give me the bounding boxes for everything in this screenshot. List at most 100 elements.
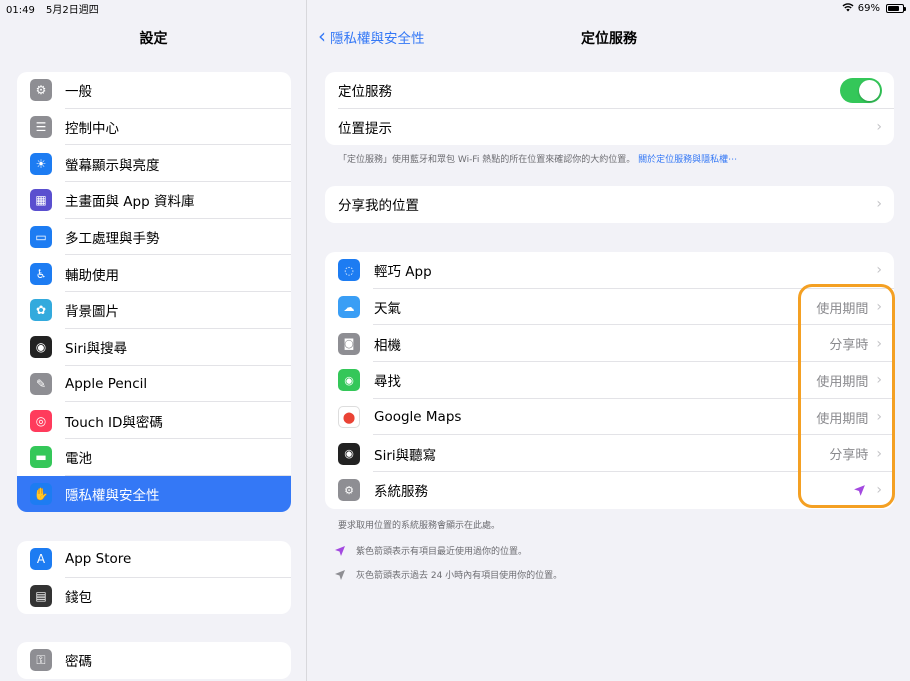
sidebar-title: 設定 xyxy=(139,31,168,47)
app-label: 天氣 xyxy=(374,301,401,318)
share-group: 分享我的位置 › xyxy=(325,186,894,223)
app-location-row[interactable]: ◙ 相機 分享時 › xyxy=(325,325,894,362)
location-arrow-gray-icon xyxy=(335,569,345,580)
sidebar-item[interactable]: A App Store xyxy=(17,541,291,578)
accessibility-icon: ♿ xyxy=(30,262,52,285)
app-location-row[interactable]: ◉ Siri與聽寫 分享時 › xyxy=(325,435,894,472)
chevron-right-icon: › xyxy=(876,445,882,462)
sidebar-item-label: 輔助使用 xyxy=(65,267,119,284)
sidebar-item[interactable]: ✋ 隱私權與安全性 xyxy=(17,475,291,513)
status-left: 01:49 5月2日週四 xyxy=(6,1,107,16)
app-label: 系統服務 xyxy=(374,484,428,501)
legend-purple-text: 紫色箭頭表示有項目最近使用過你的位置。 xyxy=(356,547,528,557)
chevron-right-icon: › xyxy=(876,372,882,389)
sidebar-item[interactable]: ▤ 錢包 xyxy=(17,578,291,615)
location-arrow-purple-icon xyxy=(854,485,866,496)
footnote-text: 「定位服務」使用藍牙和眾包 Wi-Fi 熱點的所在位置來確認你的大約位置。 xyxy=(338,155,636,165)
share-location-row[interactable]: 分享我的位置 › xyxy=(325,186,894,223)
sidebar-item-label: 錢包 xyxy=(65,590,92,607)
status-bar: 01:49 5月2日週四 69% xyxy=(0,0,910,16)
status-time: 01:49 xyxy=(6,4,35,16)
sidebar-item[interactable]: ▦ 主畫面與 App 資料庫 xyxy=(17,182,291,219)
app-label: 相機 xyxy=(374,337,401,354)
sidebar-item[interactable]: ▬ 電池 xyxy=(17,439,291,476)
appclip-icon: ◌ xyxy=(338,259,360,282)
chevron-right-icon: › xyxy=(876,299,882,316)
legend-gray-text: 灰色箭頭表示過去 24 小時內有項目使用你的位置。 xyxy=(356,571,563,581)
sidebar-item[interactable]: ⚙ 一般 xyxy=(17,72,291,109)
battery-percent: 69% xyxy=(857,2,880,14)
sidebar-item-label: 隱私權與安全性 xyxy=(65,487,160,504)
chevron-right-icon: › xyxy=(876,409,882,426)
apps-group: ◌ 輕巧 App › ☁ 天氣 使用期間 › ◙ 相機 分享時 › ◉ 尋找 使用期間 › ⬤ Google M… xyxy=(325,252,894,509)
wallet-icon: ▤ xyxy=(30,585,52,608)
camera-icon: ◙ xyxy=(338,332,360,355)
sidebar-group-1: ⚙ 一般 ☰ 控制中心 ☀ 螢幕顯示與亮度 ▦ 主畫面與 App 資料庫 ▭ 多工處理與手勢 ♿ 輔助… xyxy=(17,72,291,513)
findmy-icon: ◉ xyxy=(338,369,360,392)
privacy-link[interactable]: 關於定位服務與隱私權⋯ xyxy=(638,155,737,165)
switches-icon: ☰ xyxy=(30,116,52,139)
app-permission-value: 使用期間 xyxy=(816,301,869,317)
app-location-row[interactable]: ⚙ 系統服務 › xyxy=(325,472,894,509)
app-label: 尋找 xyxy=(374,374,401,391)
siri-icon: ◉ xyxy=(30,336,52,359)
sidebar-item-label: 控制中心 xyxy=(65,121,119,138)
legend-purple: 紫色箭頭表示有項目最近使用過你的位置。 xyxy=(334,544,527,557)
appstore-icon: A xyxy=(30,548,52,571)
app-location-row[interactable]: ◌ 輕巧 App › xyxy=(325,252,894,289)
sidebar-item-label: 一般 xyxy=(65,84,92,101)
battery-icon: ▬ xyxy=(30,446,52,469)
location-group: 定位服務 位置提示 › xyxy=(325,72,894,146)
system-note: 要求取用位置的系統服務會顯示在此處。 xyxy=(338,521,501,531)
sidebar-item[interactable]: ▭ 多工處理與手勢 xyxy=(17,219,291,256)
sidebar-item[interactable]: ◎ Touch ID與密碼 xyxy=(17,402,291,439)
app-location-row[interactable]: ◉ 尋找 使用期間 › xyxy=(325,362,894,399)
sidebar-item-label: Siri與搜尋 xyxy=(65,341,128,358)
sidebar-group-2: A App Store ▤ 錢包 xyxy=(17,541,291,615)
sidebar-item[interactable]: ☰ 控制中心 xyxy=(17,109,291,146)
app-label: 輕巧 App xyxy=(374,264,432,281)
pencil-icon: ✎ xyxy=(30,372,52,395)
sidebar-item-label: 螢幕顯示與亮度 xyxy=(65,157,160,174)
location-alerts-label: 位置提示 xyxy=(338,121,392,138)
page-title: 定位服務 xyxy=(581,31,637,47)
location-alerts-row[interactable]: 位置提示 › xyxy=(325,109,894,146)
key-icon: ⚿ xyxy=(30,649,52,672)
legend-gray: 灰色箭頭表示過去 24 小時內有項目使用你的位置。 xyxy=(334,568,562,581)
sidebar-item[interactable]: ✎ Apple Pencil xyxy=(17,366,291,403)
app-label: Google Maps xyxy=(374,409,462,426)
app-permission-value: 使用期間 xyxy=(816,374,869,390)
location-footnote: 「定位服務」使用藍牙和眾包 Wi-Fi 熱點的所在位置來確認你的大約位置。 關於… xyxy=(338,152,737,165)
sidebar-item-label: 密碼 xyxy=(65,654,92,671)
wifi-icon xyxy=(842,2,854,15)
siri-icon: ◉ xyxy=(338,442,360,465)
app-location-row[interactable]: ☁ 天氣 使用期間 › xyxy=(325,289,894,326)
multitask-icon: ▭ xyxy=(30,226,52,249)
status-date: 5月2日週四 xyxy=(46,4,99,16)
location-services-toggle[interactable] xyxy=(840,77,882,103)
sidebar-item[interactable]: ◉ Siri與搜尋 xyxy=(17,329,291,366)
sidebar-item-label: 主畫面與 App 資料庫 xyxy=(65,194,195,211)
sidebar-item[interactable]: ⚿ 密碼 xyxy=(17,642,291,679)
location-services-label: 定位服務 xyxy=(338,84,392,101)
fingerprint-icon: ◎ xyxy=(30,409,52,432)
sidebar-item[interactable]: ✿ 背景圖片 xyxy=(17,292,291,329)
battery-icon xyxy=(886,3,906,13)
app-permission-value: 使用期間 xyxy=(816,411,869,427)
sidebar-item-label: 背景圖片 xyxy=(65,304,119,321)
sidebar-group-3: ⚿ 密碼 xyxy=(17,642,291,679)
sidebar-item[interactable]: ♿ 輔助使用 xyxy=(17,255,291,292)
chevron-right-icon: › xyxy=(876,482,882,499)
chevron-right-icon: › xyxy=(876,262,882,279)
chevron-right-icon: › xyxy=(876,196,882,213)
googlemaps-icon: ⬤ xyxy=(338,406,360,429)
chevron-right-icon: › xyxy=(876,119,882,136)
location-arrow-purple-icon xyxy=(335,545,345,556)
app-location-row[interactable]: ⬤ Google Maps 使用期間 › xyxy=(325,399,894,436)
gear-icon: ⚙ xyxy=(338,479,360,502)
app-permission-value: 分享時 xyxy=(829,448,869,464)
sidebar-item[interactable]: ☀ 螢幕顯示與亮度 xyxy=(17,145,291,182)
sun-icon: ☀ xyxy=(30,152,52,175)
location-services-row: 定位服務 xyxy=(325,72,894,109)
share-location-label: 分享我的位置 xyxy=(338,198,419,215)
